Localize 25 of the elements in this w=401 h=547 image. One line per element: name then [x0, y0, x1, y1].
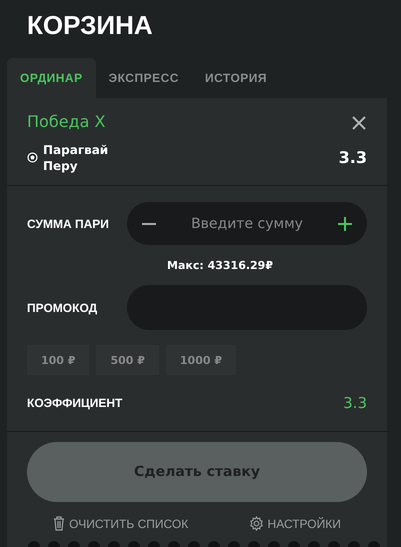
amount-button[interactable]: 1000 ₽ [166, 345, 236, 375]
team-name: Парагвай [43, 142, 108, 158]
promo-label: ПРОМОКОД [27, 300, 98, 314]
amount-input[interactable]: Введите сумму [157, 214, 337, 232]
close-button[interactable] [351, 115, 367, 131]
plus-icon[interactable] [337, 216, 353, 232]
amount-button[interactable]: 500 ₽ [96, 345, 159, 375]
team-name: Перу [43, 158, 79, 174]
coefficient-label: КОЭФФИЦИЕНТ [27, 396, 124, 410]
soccer-ball-icon [27, 152, 38, 163]
footer-link[interactable]: НАСТРОЙКИ [248, 516, 341, 531]
bet-odds: 3.3 [338, 148, 367, 167]
tab[interactable]: ОРДИНАР [7, 58, 96, 98]
coefficient-value: 3.3 [343, 394, 367, 412]
amount-button[interactable]: 100 ₽ [27, 345, 90, 375]
tab[interactable]: ЭКСПРЕСС [96, 58, 192, 98]
tab[interactable]: ИСТОРИЯ [192, 58, 280, 98]
bet-outcome: Победа X [27, 112, 106, 133]
max-stake: Макс: 43316.29₽ [166, 259, 274, 272]
trash-icon [53, 516, 66, 531]
footer-link[interactable]: ОЧИСТИТЬ СПИСОК [53, 516, 188, 531]
stake-label: СУММА ПАРИ [27, 216, 110, 230]
settings-icon [248, 516, 264, 531]
page-title: КОРЗИНА [26, 9, 154, 42]
stake-field[interactable]: Введите сумму [127, 202, 367, 245]
